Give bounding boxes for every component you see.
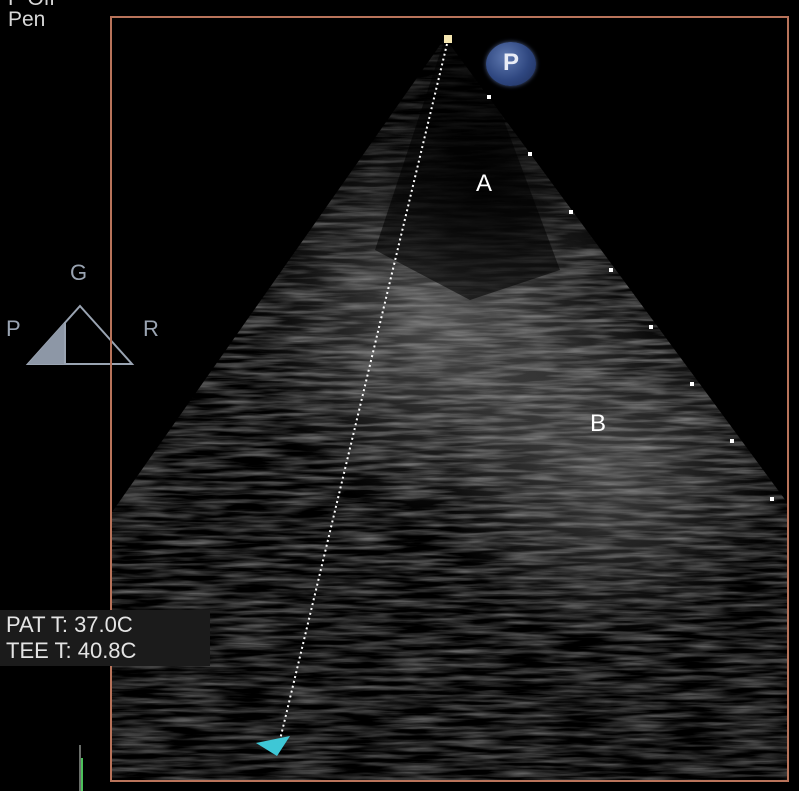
orientation-label-top: G (70, 260, 88, 285)
probe-badge-label: P (502, 49, 519, 76)
orientation-label-left: P (6, 316, 21, 341)
annotation-marker-a: A (476, 170, 493, 197)
orientation-label-right: R (143, 316, 159, 341)
patient-temperature: PAT T: 37.0C (6, 612, 133, 637)
temperature-panel: PAT T: 37.0C TEE T: 40.8C (0, 610, 210, 666)
ultrasound-screen: P Off Pen (0, 0, 799, 791)
image-frame (110, 16, 789, 782)
green-scale-bar-icon (79, 745, 83, 791)
probe-badge[interactable]: P (486, 42, 536, 86)
tee-temperature: TEE T: 40.8C (6, 638, 137, 663)
annotation-marker-b: B (590, 410, 607, 437)
